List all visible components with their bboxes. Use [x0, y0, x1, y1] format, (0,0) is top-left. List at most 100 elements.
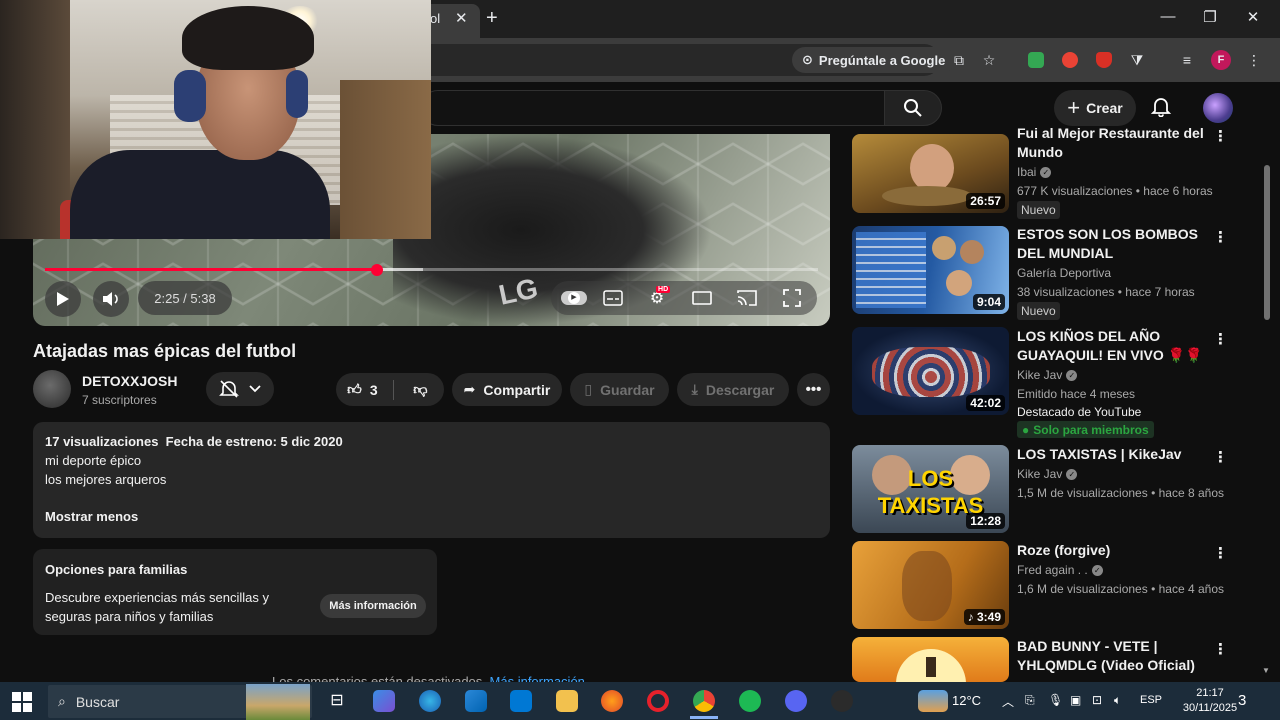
volume-button[interactable] — [93, 281, 129, 317]
show-less-button[interactable]: Mostrar menos — [45, 509, 138, 524]
edge-icon[interactable] — [419, 690, 441, 712]
ask-google-label: Pregúntale a Google — [818, 52, 946, 68]
extensions-puzzle-icon[interactable]: ⧩ — [1127, 50, 1147, 70]
cast-button[interactable] — [734, 285, 760, 311]
minimize-button[interactable]: — — [1158, 8, 1178, 25]
recommendation-menu-icon[interactable]: ⋮ — [1213, 127, 1228, 145]
video-duration: ♪ 3:49 — [963, 609, 1005, 625]
recommendation-title[interactable]: LOS KIÑOS DEL AÑO GUAYAQUIL! EN VIVO 🌹🌹 … — [1017, 327, 1207, 365]
description-stats: 17 visualizaciones Fecha de estreno: 5 d… — [45, 434, 343, 449]
weather-icon[interactable] — [918, 690, 948, 712]
recommendation-channel[interactable]: Kike Jav ✓ — [1017, 368, 1078, 382]
browser-menu-icon[interactable]: ⋮ — [1244, 50, 1264, 70]
dislike-button[interactable]: 👎︎ — [397, 381, 444, 398]
recommendation-title[interactable]: Fui al Mejor Restaurante del Mundo — [1017, 124, 1207, 162]
notifications-bell-icon[interactable] — [1150, 95, 1172, 123]
recommendation-menu-icon[interactable]: ⋮ — [1213, 228, 1228, 246]
file-explorer-icon[interactable] — [556, 690, 578, 712]
account-avatar[interactable] — [1203, 93, 1233, 123]
profile-avatar[interactable]: F — [1211, 50, 1231, 70]
maximize-button[interactable]: ❐ — [1200, 8, 1220, 26]
new-tab-button[interactable]: + — [486, 7, 498, 30]
bookmark-star-icon[interactable]: ☆ — [979, 50, 999, 70]
recommendation-menu-icon[interactable]: ⋮ — [1213, 448, 1228, 466]
discord-icon[interactable] — [785, 690, 807, 712]
widgets-icon[interactable] — [373, 690, 395, 712]
video-thumbnail[interactable] — [852, 637, 1009, 682]
download-button[interactable]: ⤓ Descargar — [677, 373, 789, 406]
video-thumbnail[interactable]: 26:57 — [852, 134, 1009, 213]
scroll-down-icon[interactable]: ▼ — [1262, 666, 1270, 675]
close-tab-icon[interactable]: ✕ — [455, 9, 468, 27]
extension-shield-icon[interactable] — [1094, 50, 1114, 70]
taskbar-clock[interactable]: 21:17 30/11/2025 — [1172, 686, 1248, 716]
subtitles-button[interactable] — [600, 285, 626, 311]
extension-red-icon[interactable] — [1060, 50, 1080, 70]
weather-temperature[interactable]: 12°C — [952, 693, 981, 708]
settings-button[interactable]: ⚙ HD — [644, 285, 671, 311]
youtube-search-input[interactable] — [420, 90, 885, 126]
recommendation-menu-icon[interactable]: ⋮ — [1213, 640, 1228, 658]
video-thumbnail[interactable]: ♪ 3:49 — [852, 541, 1009, 629]
recommendation-menu-icon[interactable]: ⋮ — [1213, 544, 1228, 562]
create-button[interactable]: + Crear — [1054, 90, 1136, 126]
time-display: 2:25 / 5:38 — [138, 281, 232, 315]
subscription-notifications-button[interactable] — [206, 372, 274, 406]
task-view-icon[interactable]: ⊟ — [326, 690, 348, 712]
windows-start-icon[interactable] — [12, 692, 32, 717]
theater-mode-button[interactable] — [689, 285, 715, 311]
opera-icon[interactable] — [647, 690, 669, 712]
tray-chevron-icon[interactable]: ︿ — [1002, 693, 1014, 710]
input-language[interactable]: ESP — [1140, 694, 1162, 706]
play-button[interactable] — [45, 281, 81, 317]
autoplay-toggle[interactable]: ▶ — [561, 285, 587, 311]
members-icon: ● — [1022, 422, 1030, 437]
install-app-icon[interactable]: ⧉ — [949, 50, 969, 70]
video-thumbnail[interactable]: 42:02 — [852, 327, 1009, 415]
verified-icon: ✓ — [1066, 370, 1078, 382]
extension-green-icon[interactable] — [1026, 50, 1046, 70]
more-info-button[interactable]: Más información — [320, 594, 426, 618]
speaker-icon[interactable]: 🔈︎ — [1114, 693, 1121, 708]
chrome-icon[interactable] — [693, 690, 715, 712]
channel-avatar[interactable] — [33, 370, 71, 408]
progress-bar-buffered — [377, 268, 423, 271]
ask-google-chip[interactable]: ⊙ Pregúntale a Google — [792, 47, 956, 73]
video-thumbnail[interactable]: 9:04 — [852, 226, 1009, 314]
microphone-icon[interactable]: 🎙︎ — [1048, 693, 1063, 707]
more-actions-button[interactable]: ••• — [797, 373, 830, 406]
notification-center-icon[interactable]: 3 — [1238, 692, 1246, 709]
recommendation-channel[interactable]: Galería Deportiva — [1017, 266, 1111, 280]
recommendation-title[interactable]: Roze (forgive) — [1017, 541, 1207, 560]
close-window-button[interactable]: ✕ — [1243, 8, 1263, 26]
like-button[interactable]: 👍︎ 3 — [336, 381, 389, 398]
tray-app-icon[interactable]: ⎘ — [1025, 693, 1035, 708]
fullscreen-button[interactable] — [779, 285, 805, 311]
network-icon[interactable]: ⊡ — [1092, 693, 1102, 707]
recommendation-title[interactable]: ESTOS SON LOS BOMBOS DEL MUNDIAL — [1017, 225, 1207, 263]
recommendation-channel[interactable]: Ibai ✓ — [1017, 165, 1052, 179]
search-button[interactable] — [884, 90, 942, 126]
active-app-indicator — [690, 716, 718, 719]
video-thumbnail[interactable]: LOS TAXISTAS 12:28 — [852, 445, 1009, 533]
recommendation-meta: Emitido hace 4 meses — [1017, 387, 1136, 401]
spotify-icon[interactable] — [739, 690, 761, 712]
firefox-icon[interactable] — [601, 690, 623, 712]
recommendation-title[interactable]: BAD BUNNY - VETE | YHLQMDLG (Video Ofici… — [1017, 637, 1207, 675]
video-duration: 9:04 — [972, 294, 1005, 310]
obs-icon[interactable] — [831, 690, 853, 712]
store-icon[interactable] — [465, 690, 487, 712]
page-scrollbar[interactable] — [1264, 165, 1270, 320]
recommendation-channel[interactable]: Kike Jav ✓ — [1017, 467, 1078, 481]
recommendation-title[interactable]: LOS TAXISTAS | KikeJav — [1017, 445, 1207, 464]
media-control-icon[interactable]: ≡ — [1177, 50, 1197, 70]
tray-device-icon[interactable]: ▣ — [1070, 693, 1081, 707]
headphones-right-icon — [286, 70, 308, 118]
share-button[interactable]: ➦ Compartir — [452, 373, 562, 406]
save-button[interactable]: ▯ Guardar — [570, 373, 669, 406]
mail-icon[interactable] — [510, 690, 532, 712]
channel-name[interactable]: DETOXXJOSH — [82, 373, 177, 389]
recommendation-channel[interactable]: Fred again . . ✓ — [1017, 563, 1103, 577]
scrubber-handle[interactable] — [371, 264, 383, 276]
recommendation-menu-icon[interactable]: ⋮ — [1213, 330, 1228, 348]
